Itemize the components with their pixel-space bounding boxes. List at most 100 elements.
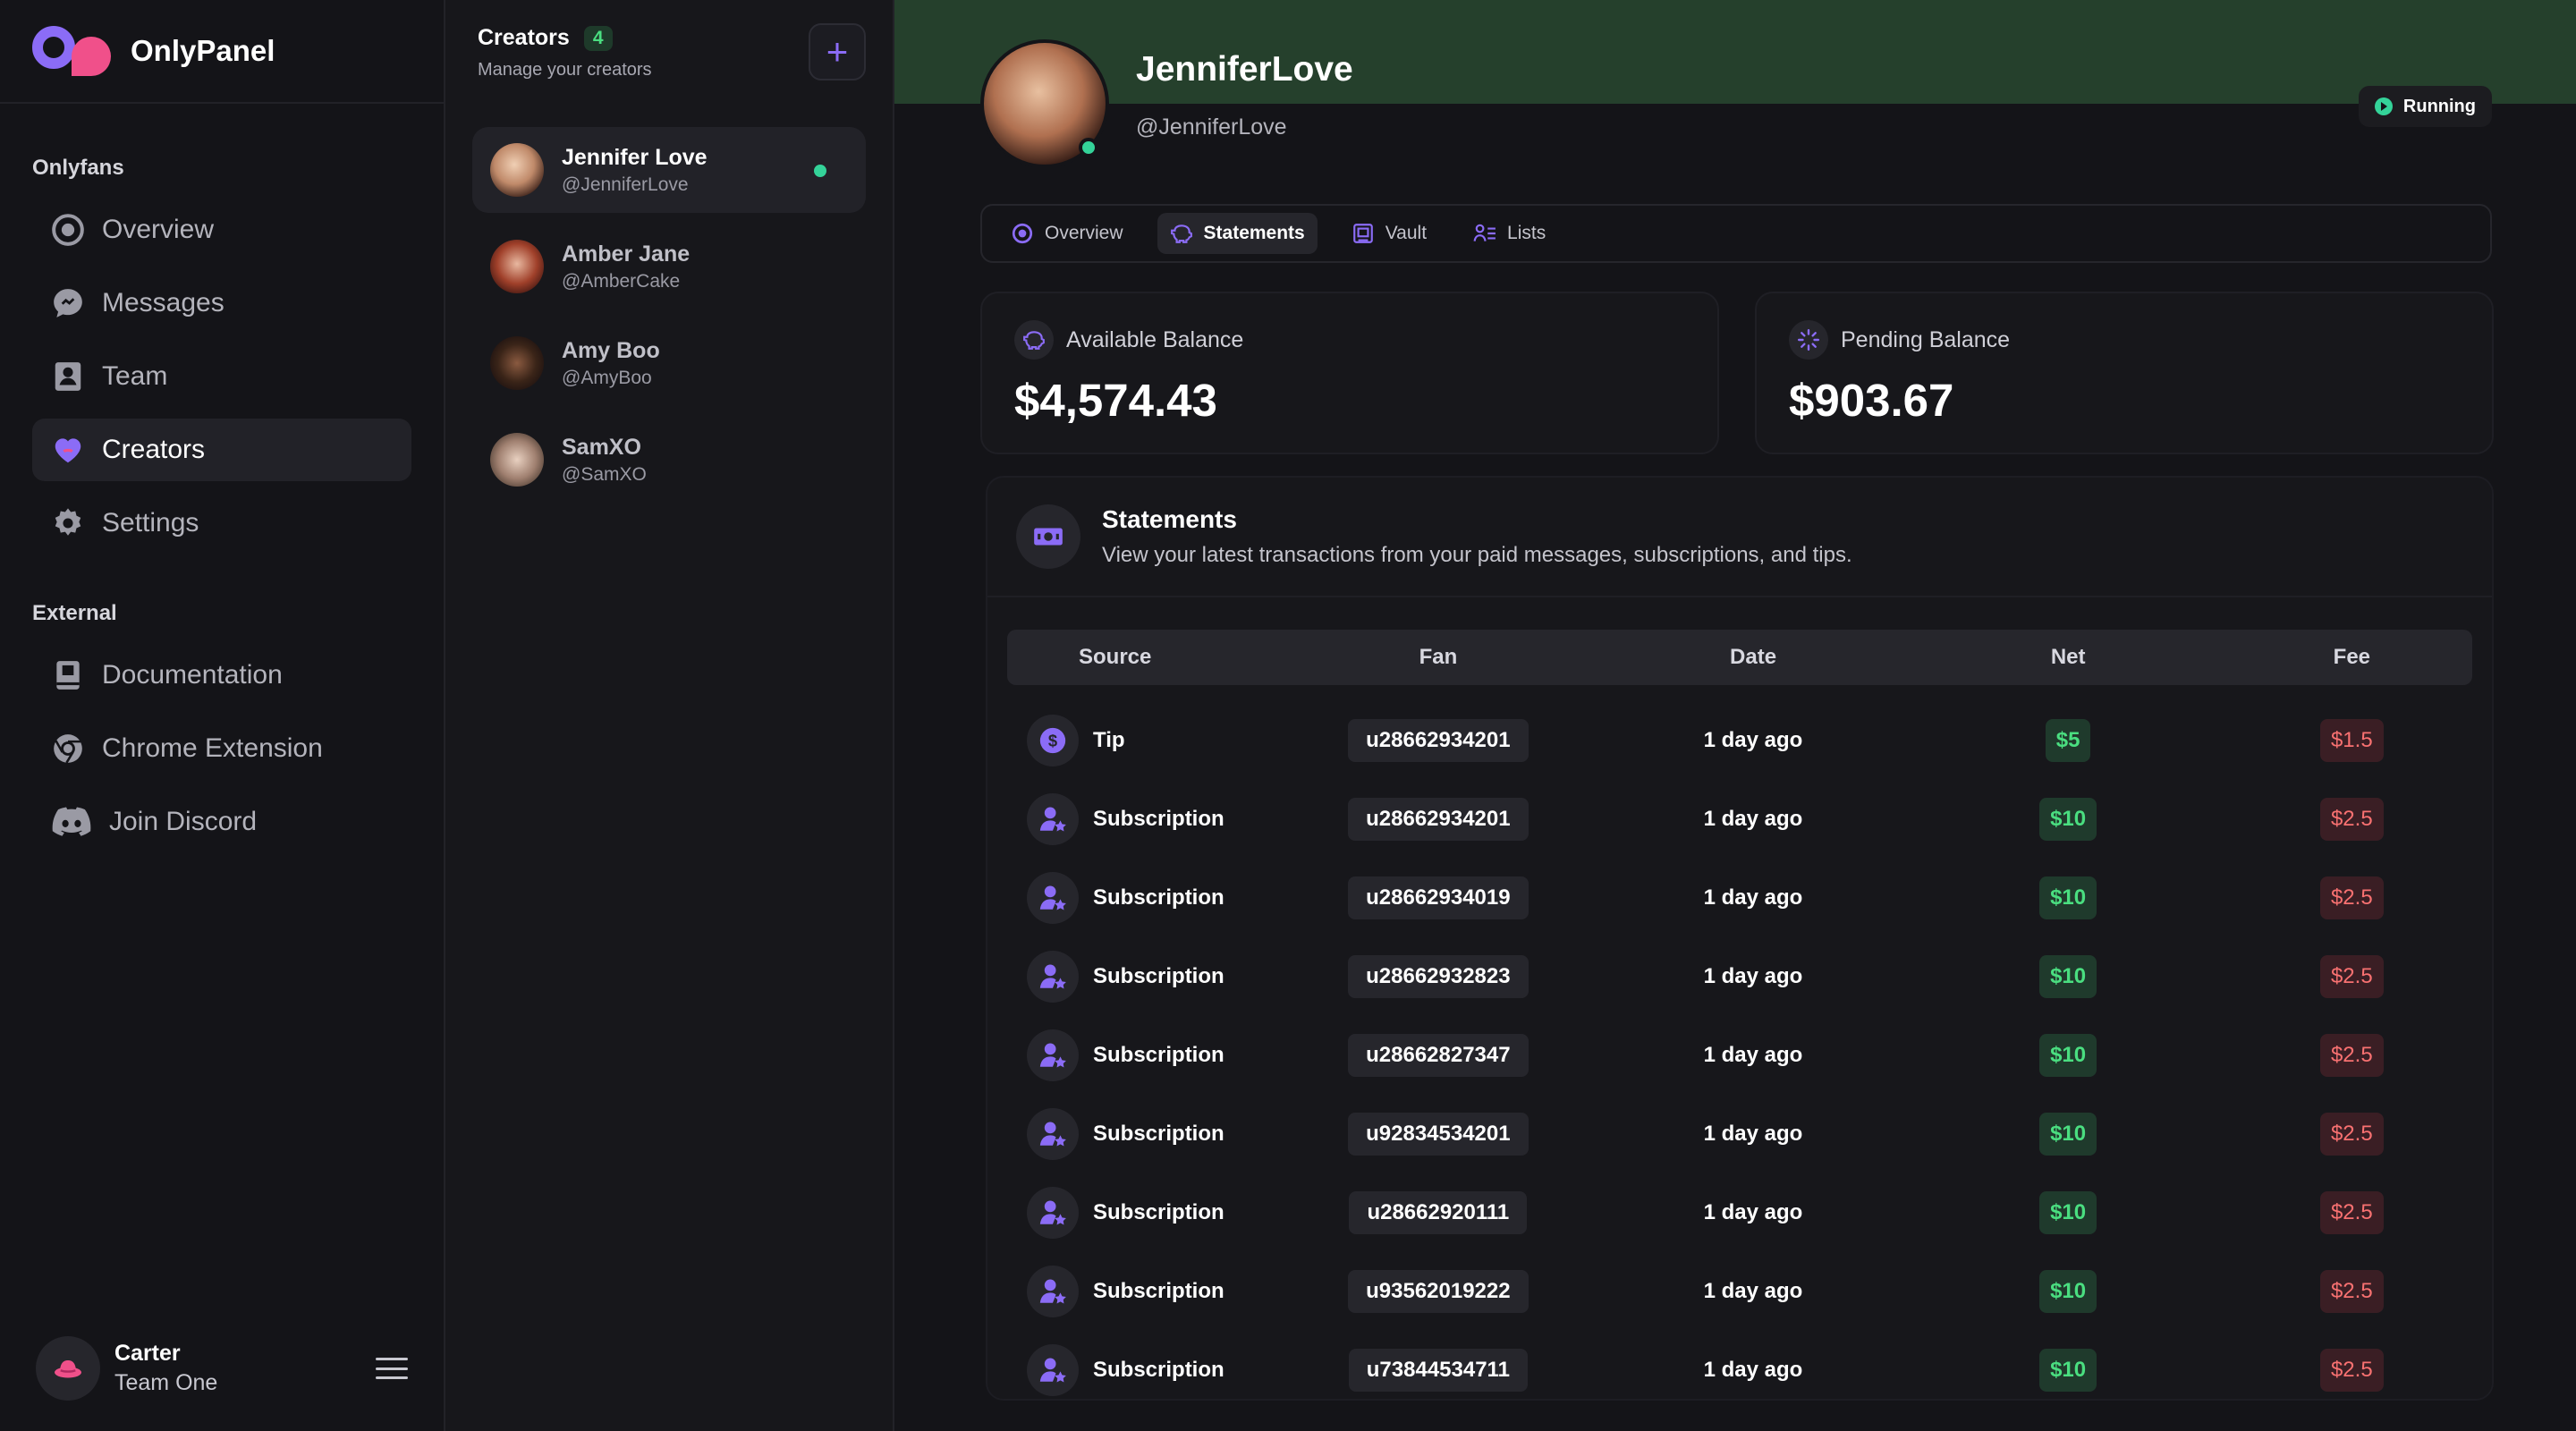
fee-amount-badge: $2.5 <box>2319 798 2384 841</box>
piggy-bank-icon <box>1014 320 1054 360</box>
net-amount-badge: $5 <box>2045 719 2091 762</box>
net-cell: $5 <box>1905 719 2232 762</box>
creator-handle: @AmberCake <box>562 270 681 292</box>
hat-icon <box>55 1360 81 1378</box>
source-cell: Subscription <box>1007 872 1275 924</box>
table-row[interactable]: Subscription u92834534201 1 day ago $10 … <box>1007 1095 2472 1173</box>
source-label: Subscription <box>1093 1043 1224 1067</box>
fan-id-badge[interactable]: u28662934201 <box>1348 719 1529 762</box>
creator-item-amber-jane[interactable]: Amber Jane @AmberCake <box>472 224 866 309</box>
source-cell: Subscription <box>1007 1344 1275 1396</box>
sidebar-item-messages[interactable]: Messages <box>32 272 411 334</box>
source-cell: Subscription <box>1007 793 1275 845</box>
source-label: Subscription <box>1093 1358 1224 1382</box>
net-amount-badge: $10 <box>2039 1191 2097 1234</box>
sidebar-item-label: Chrome Extension <box>102 733 323 763</box>
creators-icon <box>50 432 86 468</box>
sidebar-item-settings[interactable]: Settings <box>32 492 411 555</box>
source-cell: Subscription <box>1007 1187 1275 1239</box>
avatar <box>490 143 544 197</box>
sidebar-item-overview[interactable]: Overview <box>32 199 411 261</box>
user-star-icon <box>1027 1029 1079 1081</box>
source-cell: $ Tip <box>1007 715 1275 766</box>
fan-id-badge[interactable]: u28662934019 <box>1348 876 1529 919</box>
sidebar-item-chrome-extension[interactable]: Chrome Extension <box>32 717 411 780</box>
sidebar-item-creators[interactable]: Creators <box>32 419 411 481</box>
statements-header: Statements View your latest transactions… <box>987 478 2492 597</box>
table-row[interactable]: Subscription u28662934019 1 day ago $10 … <box>1007 859 2472 937</box>
fee-cell: $2.5 <box>2232 798 2472 841</box>
sidebar-item-join-discord[interactable]: Join Discord <box>32 791 411 853</box>
column-header-fee[interactable]: Fee <box>2232 645 2472 670</box>
table-row[interactable]: Subscription u28662827347 1 day ago $10 … <box>1007 1016 2472 1095</box>
fan-id-badge[interactable]: u28662932823 <box>1348 955 1529 998</box>
tab-label: Overview <box>1045 223 1123 243</box>
user-star-icon <box>1027 1187 1079 1239</box>
tab-statements[interactable]: Statements <box>1157 213 1318 254</box>
fee-amount-badge: $2.5 <box>2319 1270 2384 1313</box>
user-footer[interactable]: Carter Team One <box>36 1333 408 1404</box>
available-balance-value: $4,574.43 <box>1014 375 1217 426</box>
fan-id-badge[interactable]: u28662827347 <box>1348 1034 1529 1077</box>
statements-title: Statements <box>1102 505 1237 533</box>
sidebar-item-documentation[interactable]: Documentation <box>32 644 411 707</box>
creator-item-jennifer-love[interactable]: Jennifer Love @JenniferLove <box>472 127 866 213</box>
play-icon <box>2374 97 2393 115</box>
table-row[interactable]: Subscription u28662932823 1 day ago $10 … <box>1007 937 2472 1016</box>
creator-name: Amy Boo <box>562 337 660 363</box>
fee-cell: $2.5 <box>2232 1270 2472 1313</box>
user-star-icon <box>1027 1344 1079 1396</box>
settings-icon <box>50 505 86 541</box>
add-creator-button[interactable]: + <box>809 23 866 80</box>
table-row[interactable]: Subscription u73844534711 1 day ago $10 … <box>1007 1331 2472 1399</box>
creator-item-amy-boo[interactable]: Amy Boo @AmyBoo <box>472 320 866 406</box>
fee-cell: $2.5 <box>2232 955 2472 998</box>
column-header-source[interactable]: Source <box>1007 645 1275 670</box>
table-row[interactable]: $ Tip u28662934201 1 day ago $5 $1.5 <box>1007 701 2472 780</box>
table-row[interactable]: Subscription u93562019222 1 day ago $10 … <box>1007 1252 2472 1331</box>
fee-amount-badge: $1.5 <box>2319 719 2384 762</box>
status-badge[interactable]: Running <box>2358 86 2492 127</box>
date-cell: 1 day ago <box>1703 964 1803 988</box>
source-label: Subscription <box>1093 885 1224 910</box>
sidebar-item-team[interactable]: Team <box>32 345 411 408</box>
creators-count-badge: 4 <box>583 25 613 51</box>
fan-id-badge[interactable]: u92834534201 <box>1348 1113 1529 1156</box>
date-cell: 1 day ago <box>1703 728 1803 752</box>
fee-cell: $2.5 <box>2232 876 2472 919</box>
main-content: JenniferLove @JenniferLove Running Overv… <box>894 0 2576 1431</box>
tab-vault[interactable]: Vault <box>1339 213 1439 254</box>
fee-amount-badge: $2.5 <box>2319 1113 2384 1156</box>
net-amount-badge: $10 <box>2039 1349 2097 1392</box>
creators-title: Creators <box>478 25 570 50</box>
fan-cell: u28662932823 <box>1275 955 1601 998</box>
fee-amount-badge: $2.5 <box>2319 955 2384 998</box>
fan-id-badge[interactable]: u28662920111 <box>1349 1191 1528 1234</box>
source-label: Subscription <box>1093 1279 1224 1303</box>
source-cell: Subscription <box>1007 1266 1275 1317</box>
net-amount-badge: $10 <box>2039 876 2097 919</box>
tab-overview[interactable]: Overview <box>998 213 1136 254</box>
table-row[interactable]: Subscription u28662920111 1 day ago $10 … <box>1007 1173 2472 1252</box>
date-cell: 1 day ago <box>1703 1043 1803 1067</box>
avatar <box>490 240 544 293</box>
table-row[interactable]: Subscription u28662934201 1 day ago $10 … <box>1007 780 2472 859</box>
brand[interactable]: OnlyPanel <box>0 0 444 104</box>
column-header-date[interactable]: Date <box>1602 645 1905 670</box>
fan-cell: u73844534711 <box>1275 1349 1601 1392</box>
tab-lists[interactable]: Lists <box>1461 213 1558 254</box>
pending-balance-label: Pending Balance <box>1841 326 2011 352</box>
fan-id-badge[interactable]: u73844534711 <box>1348 1349 1528 1392</box>
date-cell: 1 day ago <box>1703 1200 1803 1224</box>
column-header-net[interactable]: Net <box>1905 645 2232 670</box>
net-amount-badge: $10 <box>2039 955 2097 998</box>
fan-id-badge[interactable]: u93562019222 <box>1348 1270 1529 1313</box>
team-icon <box>50 359 86 394</box>
creator-item-samxo[interactable]: SamXO @SamXO <box>472 417 866 503</box>
statements-description: View your latest transactions from your … <box>1102 543 1852 567</box>
overview-icon <box>1012 223 1033 244</box>
fan-id-badge[interactable]: u28662934201 <box>1348 798 1529 841</box>
column-header-fan[interactable]: Fan <box>1275 645 1601 670</box>
hamburger-menu-icon[interactable] <box>376 1355 408 1382</box>
net-amount-badge: $10 <box>2039 798 2097 841</box>
